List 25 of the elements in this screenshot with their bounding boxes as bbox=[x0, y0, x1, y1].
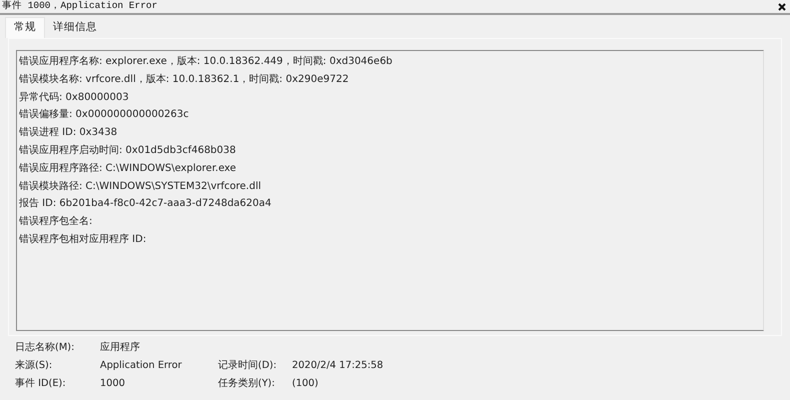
message-line: 报告 ID: 6b201ba4-f8c0-42c7-aaa3-d7248da620a4 bbox=[19, 196, 272, 212]
property-value: 应用程序 bbox=[100, 341, 141, 355]
property-label: 记录时间(D): bbox=[218, 359, 278, 373]
tab[interactable]: 详细信息 bbox=[45, 18, 105, 38]
property-label: 日志名称(M): bbox=[15, 341, 76, 355]
property-label: 事件 ID(E): bbox=[15, 377, 67, 391]
property-value: 1000 bbox=[100, 377, 126, 391]
property-value: 2020/2/4 17:25:58 bbox=[292, 359, 384, 373]
message-line: 错误模块名称: vrfcore.dll，版本: 10.0.18362.1，时间戳: 0x290e9722 bbox=[19, 72, 350, 87]
property-label: 任务类别(Y): bbox=[218, 377, 276, 391]
message-line: 错误应用程序名称: explorer.exe，版本: 10.0.18362.449，时间戳: 0xd3046e6b bbox=[19, 54, 394, 69]
message-line: 错误应用程序路径: C:\WINDOWS\explorer.exe bbox=[19, 162, 238, 176]
property-value: Application Error bbox=[100, 359, 183, 373]
message-line: 错误程序包全名: bbox=[19, 214, 94, 230]
message-line: 异常代码: 0x80000003 bbox=[19, 90, 130, 105]
message-line: 错误应用程序启动时间: 0x01d5db3cf468b038 bbox=[19, 144, 237, 158]
message-line: 错误偏移量: 0x000000000000263c bbox=[19, 108, 190, 122]
message-line: 错误模块路径: C:\WINDOWS\SYSTEM32\vrfcore.dll bbox=[19, 180, 262, 194]
property-label: 来源(S): bbox=[15, 359, 54, 373]
window-title: 事件 1000，Application Error bbox=[2, 0, 158, 14]
property-value: (100) bbox=[292, 377, 320, 391]
message-line: 错误进程 ID: 0x3438 bbox=[19, 126, 118, 140]
message-line: 错误程序包相对应用程序 ID: bbox=[19, 232, 148, 247]
tab[interactable]: 常规 bbox=[5, 17, 45, 38]
close-icon[interactable] bbox=[778, 2, 786, 10]
